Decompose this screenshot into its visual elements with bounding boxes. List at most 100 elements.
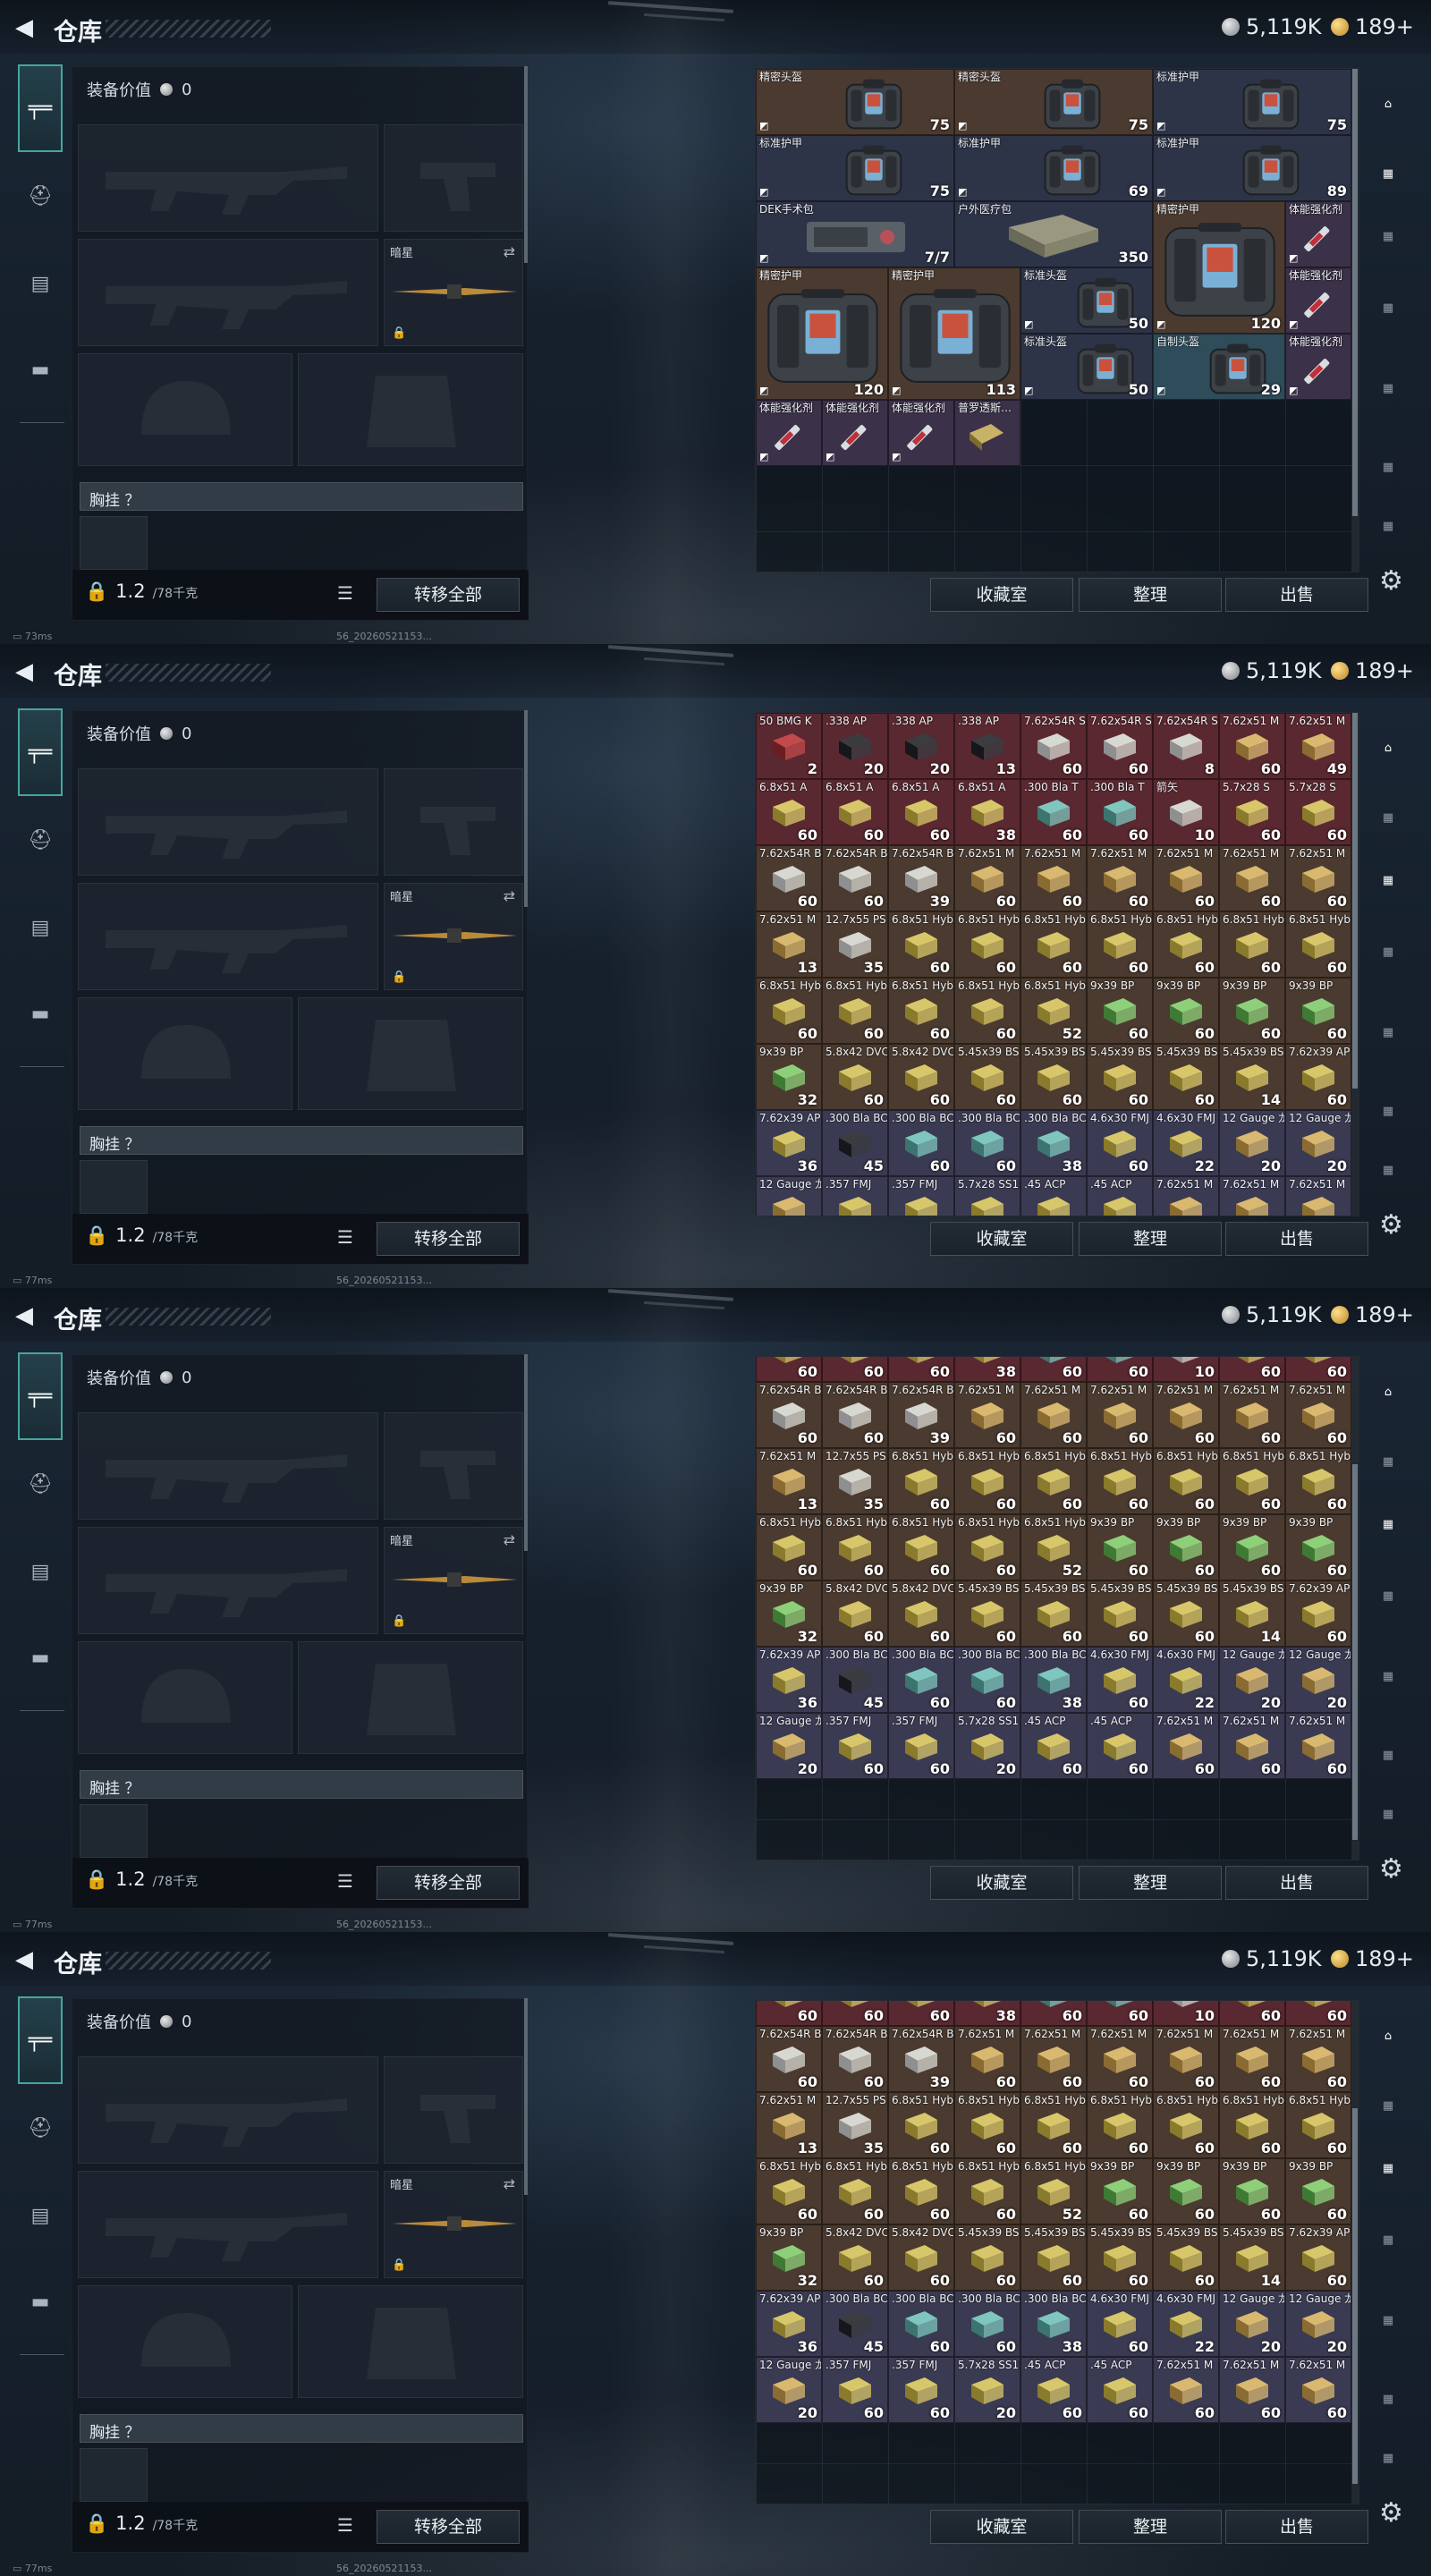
armor-slot[interactable] — [298, 997, 523, 1110]
storage-tab-1[interactable]: ⌂ — [1368, 1372, 1408, 1411]
inventory-item[interactable]: 6.8x51 Hybrid 60 — [1219, 911, 1285, 978]
inventory-item[interactable]: 5.8x42 DVC12 60 — [888, 1044, 954, 1110]
storage-tab-4[interactable]: ▦ — [1368, 932, 1408, 971]
inventory-item[interactable]: .357 FMJ60 — [888, 1176, 954, 1216]
sell-button[interactable]: 出售 — [1225, 1222, 1368, 1256]
armor-slot[interactable] — [298, 2285, 523, 2398]
storage-tab-6[interactable]: ▦ — [1368, 2379, 1408, 2419]
inventory-item[interactable]: 体能强化剂 ◩ — [822, 400, 888, 466]
storage-tab-6[interactable]: ▦ — [1368, 1091, 1408, 1131]
silver-balance[interactable]: 5,119K — [1222, 14, 1321, 39]
inventory-item[interactable]: 12 Gauge 龙息弹 20 — [1285, 1110, 1351, 1176]
inventory-item[interactable]: 6.8x51 Hybrid 60 — [954, 2158, 1020, 2224]
inventory-item[interactable]: 6.8x51 Hybrid 60 — [756, 1514, 822, 1580]
inventory-item[interactable]: .300 Bla BCP SB 45 — [822, 1110, 888, 1176]
inventory-item[interactable]: 9x39 BP 60 — [1087, 2158, 1153, 2224]
inventory-item[interactable]: 5.45x39 BS 60 — [1020, 2224, 1087, 2291]
inventory-item[interactable]: 箭矢 10 — [1153, 779, 1219, 845]
inventory-item[interactable]: 5.45x39 BS 14 — [1219, 1044, 1285, 1110]
tab-case[interactable]: ▬ — [18, 991, 63, 1036]
inventory-item[interactable]: 7.62x51 M 49 — [1285, 713, 1351, 779]
inventory-item[interactable]: 7.62x51 M 13 — [756, 2092, 822, 2158]
storage-tab-7[interactable]: ▦ — [1368, 1150, 1408, 1190]
tab-helmet[interactable]: ⛑ — [18, 174, 63, 218]
inventory-item[interactable]: .300 Bla BCP FMJ 60 — [888, 1647, 954, 1713]
inventory-item[interactable]: 7.62x51 M60 — [1153, 2357, 1219, 2423]
inventory-item[interactable]: 10 — [1153, 1357, 1219, 1382]
inventory-item[interactable]: 5.45x39 BS 60 — [954, 1580, 1020, 1647]
inventory-item[interactable]: 9x39 BP 60 — [1153, 1514, 1219, 1580]
organize-button[interactable]: 整理 — [1079, 1866, 1222, 1900]
inventory-item[interactable]: 6.8x51 Hybrid 60 — [822, 1514, 888, 1580]
inventory-item[interactable]: 4.6x30 FMJ SX 22 — [1153, 1647, 1219, 1713]
inventory-item[interactable]: 60 — [888, 1357, 954, 1382]
inventory-item[interactable]: 精密头盔 ◩ 75 — [954, 69, 1153, 135]
inventory-item[interactable]: .45 ACP 60 — [1020, 1713, 1087, 1779]
list-icon[interactable]: ☰ — [337, 582, 353, 604]
inventory-item[interactable]: 9x39 BP 60 — [1219, 1514, 1285, 1580]
inventory-item[interactable]: 5.7x28 S 60 — [1285, 779, 1351, 845]
inventory-item[interactable]: 9x39 BP 60 — [1285, 1514, 1351, 1580]
inventory-item[interactable]: .300 Bla BCP FMJ 60 — [954, 1647, 1020, 1713]
storage-tab-3[interactable]: ▦ — [1368, 216, 1408, 256]
inventory-item[interactable]: 自制头盔 ◩ 29 — [1153, 334, 1285, 400]
inventory-item[interactable]: .300 Bla T 60 — [1087, 779, 1153, 845]
silver-balance[interactable]: 5,119K — [1222, 658, 1321, 683]
tab-case[interactable]: ▬ — [18, 2279, 63, 2324]
inventory-item[interactable]: 6.8x51 Hybrid 60 — [1020, 1448, 1087, 1514]
storage-tab-7[interactable]: ▦ — [1368, 506, 1408, 546]
inventory-item[interactable]: 5.8x42 DVC12 60 — [822, 2224, 888, 2291]
silver-balance[interactable]: 5,119K — [1222, 1946, 1321, 1971]
tab-case[interactable]: ▬ — [18, 347, 63, 392]
inventory-item[interactable]: 9x39 BP 32 — [756, 2224, 822, 2291]
inventory-item[interactable]: 标准头盔 ◩ 50 — [1020, 334, 1153, 400]
inventory-item[interactable]: 7.62x54R B 39 — [888, 845, 954, 911]
inventory-item[interactable]: 体能强化剂 ◩ — [1285, 334, 1351, 400]
silver-balance[interactable]: 5,119K — [1222, 1302, 1321, 1327]
inventory-item[interactable]: 普罗透斯… — [954, 400, 1020, 466]
collection-button[interactable]: 收藏室 — [930, 1866, 1073, 1900]
inventory-item[interactable]: .300 Bla BCP FMJ 60 — [954, 2291, 1020, 2357]
storage-tab-1[interactable]: ⌂ — [1368, 728, 1408, 767]
inventory-item[interactable]: 7.62x54R B 60 — [822, 2026, 888, 2092]
inventory-item[interactable]: 5.45x39 BS 60 — [954, 1044, 1020, 1110]
inventory-item[interactable]: 7.62x51 M60 — [1285, 2357, 1351, 2423]
inventory-item[interactable]: 5.8x42 DVC12 60 — [888, 1580, 954, 1647]
transfer-all-button[interactable]: 转移全部 — [377, 2510, 520, 2544]
inventory-item[interactable]: 9x39 BP 60 — [1219, 2158, 1285, 2224]
equipment-scrollbar[interactable] — [524, 1354, 528, 1551]
inventory-item[interactable]: .300 Bla BCP FMJ 60 — [954, 1110, 1020, 1176]
inventory-item[interactable]: 6.8x51 Hybrid 60 — [1087, 1448, 1153, 1514]
inventory-item[interactable]: 12 Gauge 龙息弹 20 — [756, 1713, 822, 1779]
inventory-item[interactable]: 5.45x39 BS 60 — [1153, 1044, 1219, 1110]
inventory-item[interactable]: 4.6x30 FMJ SX 60 — [1087, 2291, 1153, 2357]
pistol-slot[interactable] — [384, 1412, 523, 1520]
back-arrow-icon[interactable]: ◀ — [11, 14, 38, 41]
armor-slot[interactable] — [298, 353, 523, 466]
inventory-item[interactable]: 7.62x51 M60 — [1285, 1382, 1351, 1448]
inventory-item[interactable]: 6.8x51 Hybrid 60 — [888, 1448, 954, 1514]
inventory-item[interactable]: 6.8x51 Hybrid 60 — [1219, 1448, 1285, 1514]
inventory-item[interactable]: 7.62x51 M60 — [1020, 1382, 1087, 1448]
inventory-item[interactable]: 6.8x51 A 60 — [756, 779, 822, 845]
inventory-item[interactable]: .338 AP 20 — [888, 713, 954, 779]
helmet-slot[interactable] — [78, 2285, 292, 2398]
helmet-slot[interactable] — [78, 997, 292, 1110]
inventory-item[interactable]: 7.62x51 M60 — [954, 845, 1020, 911]
inventory-item[interactable]: .357 FMJ60 — [822, 1713, 888, 1779]
inventory-item[interactable]: 7.62x39 AP 36 — [756, 1647, 822, 1713]
inventory-item[interactable]: 7.62x54R B 39 — [888, 1382, 954, 1448]
scroll-thumb[interactable] — [1352, 1464, 1358, 1840]
inventory-item[interactable]: 6.8x51 Hybrid 52 — [1020, 1514, 1087, 1580]
inventory-item[interactable]: 7.62x39 AP 36 — [756, 1110, 822, 1176]
secondary-weapon-slot[interactable] — [78, 239, 378, 346]
storage-tab-4[interactable]: ▦ — [1368, 288, 1408, 327]
inventory-item[interactable]: 7.62x51 M60 — [1087, 1382, 1153, 1448]
inventory-item[interactable]: 7.62x51 M60 — [1285, 1176, 1351, 1216]
inventory-item[interactable]: .300 Bla BCP FMJ 60 — [888, 1110, 954, 1176]
equipment-scrollbar[interactable] — [524, 1998, 528, 2195]
inventory-item[interactable]: 9x39 BP 60 — [1285, 978, 1351, 1044]
inventory-item[interactable]: 5.45x39 BS 60 — [1087, 1580, 1153, 1647]
inventory-item[interactable]: 6.8x51 Hybrid 60 — [1285, 911, 1351, 978]
melee-slot[interactable]: 暗星 ⇄ 🔒 — [384, 1527, 523, 1634]
